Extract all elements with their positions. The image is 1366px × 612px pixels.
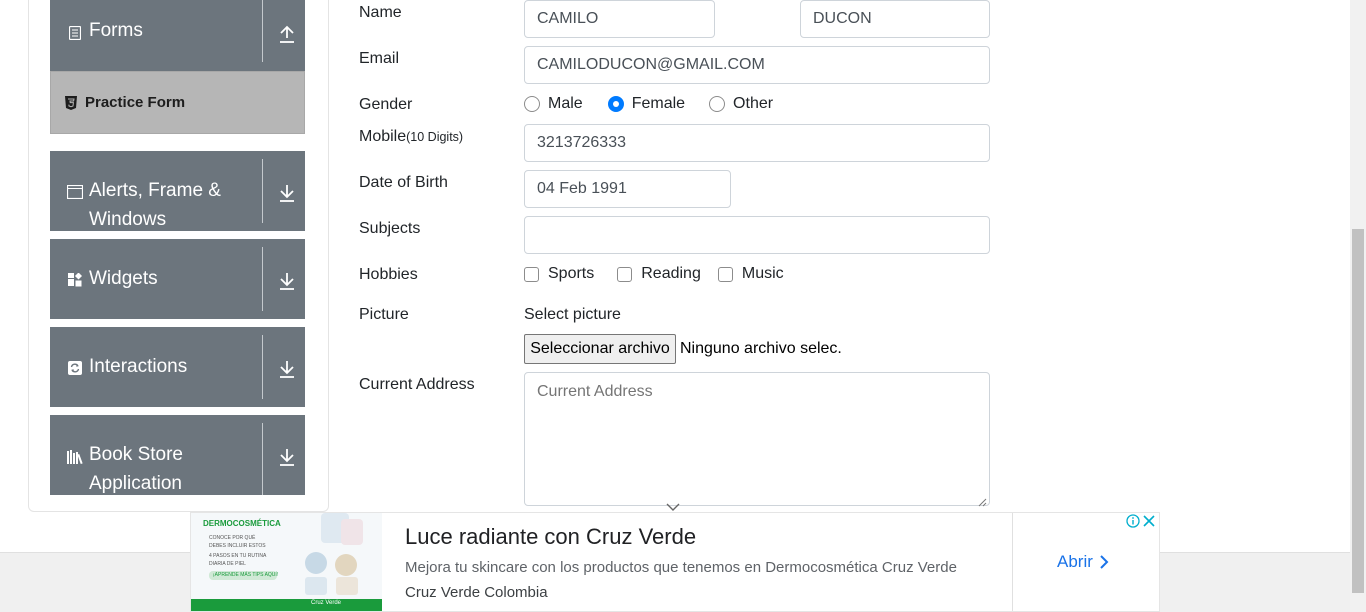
gender-other-option[interactable]: Other — [709, 95, 773, 113]
hobby-label: Sports — [548, 265, 595, 282]
resize-grip-icon[interactable] — [978, 494, 987, 507]
last-name-value: DUCON — [813, 10, 872, 27]
choose-file-button[interactable]: Seleccionar archivo — [524, 334, 676, 364]
sidebar-group-book-store[interactable]: Book Store Application — [50, 415, 305, 495]
sidebar-group-alerts-frame-windows[interactable]: Alerts, Frame & Windows — [50, 151, 305, 231]
gender-female-radio[interactable] — [607, 96, 624, 112]
arrow-down-icon[interactable] — [278, 183, 296, 203]
gender-radio-group: Male Female Other — [524, 95, 773, 113]
hobby-reading-option[interactable]: Reading — [617, 265, 701, 283]
divider — [262, 0, 263, 62]
ad-image-line: ¡APRENDE MÁS TIPS AQUÍ! — [213, 572, 279, 578]
ad-image-line: DIARIA DE PIEL — [209, 561, 246, 567]
mobile-label-text: Mobile — [359, 128, 407, 145]
select-picture-text: Select picture — [524, 306, 621, 323]
widgets-icon — [67, 272, 83, 288]
gender-male-option[interactable]: Male — [524, 95, 583, 113]
ad-info-icon[interactable] — [1126, 514, 1140, 528]
sidebar-group-title-line2: Application — [89, 473, 182, 494]
ad-open-button[interactable]: Abrir — [1057, 552, 1109, 572]
current-address-placeholder: Current Address — [537, 383, 653, 400]
scrollbar-thumb[interactable] — [1352, 229, 1364, 593]
html5-icon — [65, 96, 79, 110]
hobby-music-checkbox[interactable] — [717, 266, 733, 282]
ad-title[interactable]: Luce radiante con Cruz Verde — [405, 524, 696, 550]
gender-male-radio[interactable] — [524, 96, 540, 112]
picture-label: Picture — [359, 306, 409, 323]
ad-close-icon[interactable] — [1142, 514, 1156, 528]
hobbies-label: Hobbies — [359, 266, 418, 283]
arrow-up-icon[interactable] — [278, 24, 296, 44]
dob-label: Date of Birth — [359, 174, 448, 191]
divider — [262, 159, 263, 223]
arrow-down-icon[interactable] — [278, 271, 296, 291]
current-address-label: Current Address — [359, 376, 475, 393]
sidebar-group-title: Interactions — [89, 356, 188, 377]
mobile-input[interactable]: 3213726333 — [524, 124, 990, 162]
interactions-icon — [67, 360, 83, 376]
first-name-value: CAMILO — [537, 10, 599, 27]
sidebar-group-title-line1: Alerts, Frame & — [89, 180, 221, 201]
mobile-value: 3213726333 — [537, 134, 626, 151]
window-icon — [67, 184, 83, 200]
bookstore-icon — [67, 449, 85, 465]
current-address-textarea[interactable]: Current Address — [524, 372, 990, 507]
hobby-label: Music — [741, 265, 784, 282]
ad-image-line: DEBES INCLUIR ESTOS — [209, 543, 266, 549]
hobbies-checkbox-group: Sports Reading Music — [524, 265, 784, 283]
ad-source: Cruz Verde Colombia — [405, 584, 548, 601]
name-label: Name — [359, 4, 402, 21]
divider — [1012, 513, 1013, 611]
divider — [262, 423, 263, 495]
hobby-sports-option[interactable]: Sports — [524, 265, 594, 283]
last-name-input[interactable]: DUCON — [800, 0, 990, 38]
divider — [262, 335, 263, 399]
advertisement-banner[interactable]: DERMOCOSMÉTICA CONOCE POR QUÉ DEBES INCL… — [190, 512, 1160, 612]
sidebar-group-interactions[interactable]: Interactions — [50, 327, 305, 407]
sidebar-group-forms[interactable]: Forms — [50, 0, 305, 71]
gender-female-option[interactable]: Female — [607, 95, 686, 113]
mobile-hint: (10 Digits) — [406, 130, 464, 144]
mobile-label: Mobile(10 Digits) — [359, 128, 463, 146]
file-status-text: Ninguno archivo selec. — [680, 340, 842, 357]
hobby-label: Reading — [641, 265, 701, 282]
gender-label: Gender — [359, 96, 413, 113]
first-name-input[interactable]: CAMILO — [524, 0, 715, 38]
collapse-ad-chevron-icon[interactable] — [666, 499, 680, 511]
ad-open-label: Abrir — [1057, 552, 1093, 571]
hobby-sports-checkbox[interactable] — [524, 266, 539, 282]
ad-image-line: CONOCE POR QUÉ — [209, 535, 256, 541]
sidebar-item-label: Practice Form — [85, 94, 186, 111]
ad-description: Mejora tu skincare con los productos que… — [405, 559, 957, 576]
subjects-label: Subjects — [359, 220, 421, 237]
email-label: Email — [359, 50, 400, 67]
sidebar-group-title-line1: Book Store — [89, 444, 183, 465]
sidebar-group-widgets[interactable]: Widgets — [50, 239, 305, 319]
sidebar-group-title-line2: Windows — [89, 209, 167, 230]
ad-image-brand: DERMOCOSMÉTICA — [203, 519, 281, 528]
hobby-music-option[interactable]: Music — [717, 265, 784, 283]
hobby-reading-checkbox[interactable] — [617, 266, 633, 282]
gender-option-label: Female — [631, 95, 686, 112]
form-icon — [67, 25, 83, 41]
divider — [262, 247, 263, 311]
subjects-input[interactable] — [524, 216, 990, 254]
email-value: CAMILODUCON@GMAIL.COM — [537, 56, 765, 73]
sidebar-item-practice-form[interactable]: Practice Form — [50, 71, 305, 134]
dob-input[interactable]: 04 Feb 1991 — [524, 170, 731, 208]
sidebar-group-title: Forms — [89, 20, 143, 41]
arrow-down-icon[interactable] — [278, 447, 296, 467]
gender-other-radio[interactable] — [709, 96, 726, 112]
sidebar-group-title: Widgets — [89, 268, 158, 289]
chevron-right-icon — [1100, 555, 1109, 569]
gender-option-label: Male — [548, 95, 583, 112]
dob-value: 04 Feb 1991 — [537, 180, 627, 197]
ad-image[interactable]: DERMOCOSMÉTICA CONOCE POR QUÉ DEBES INCL… — [191, 513, 382, 611]
email-input[interactable]: CAMILODUCON@GMAIL.COM — [524, 46, 990, 84]
arrow-down-icon[interactable] — [278, 359, 296, 379]
ad-image-footer: Cruz Verde — [311, 600, 342, 606]
gender-option-label: Other — [733, 95, 774, 112]
ad-image-line: 4 PASOS EN TU RUTINA — [209, 553, 267, 559]
page: Forms Practice Form Alerts, Frame & Wind… — [0, 0, 1366, 612]
